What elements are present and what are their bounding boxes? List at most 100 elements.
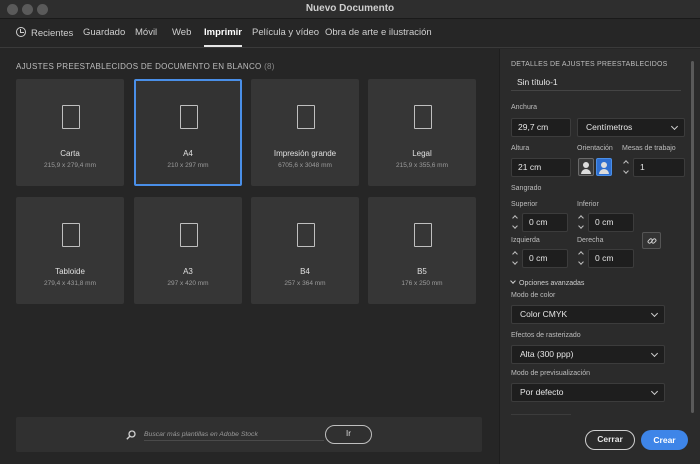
preset-name: B5 (417, 267, 427, 276)
preset-card-carta[interactable]: Carta 215,9 x 279,4 mm (16, 79, 124, 186)
stepper-down-icon (578, 259, 584, 265)
orientation-label: Orientación (577, 145, 613, 152)
tab-guardado[interactable]: Guardado (83, 27, 125, 38)
tab-recientes[interactable]: Recientes (16, 27, 73, 39)
preview-mode-label: Modo de previsualización (511, 370, 590, 377)
document-preset-icon (414, 223, 432, 247)
tab-imprimir[interactable]: Imprimir (204, 27, 243, 47)
landscape-orientation-button[interactable] (596, 158, 612, 176)
divider (511, 414, 571, 415)
bleed-top-field[interactable]: 0 cm (522, 213, 568, 232)
tab-movil[interactable]: Móvil (135, 27, 157, 38)
preset-name: Carta (60, 149, 80, 158)
width-label: Anchura (511, 104, 538, 111)
document-preset-icon (414, 105, 432, 129)
create-button[interactable]: Crear (641, 430, 688, 450)
tab-pelicula-y-video[interactable]: Película y vídeo (252, 27, 319, 38)
preset-card-legal[interactable]: Legal 215,9 x 355,6 mm (368, 79, 476, 186)
preset-size: 215,9 x 355,6 mm (395, 162, 449, 169)
preset-size: 176 x 250 mm (401, 280, 443, 287)
preset-card-tabloide[interactable]: Tabloide 279,4 x 431,8 mm (16, 197, 124, 304)
preset-card-a4[interactable]: A4 210 x 297 mm (134, 79, 242, 186)
tab-label: Recientes (31, 28, 74, 39)
document-preset-icon (62, 223, 80, 247)
chevron-down-icon (650, 349, 659, 358)
chevron-down-icon (670, 122, 679, 131)
bleed-left-label: Izquierda (511, 237, 540, 244)
presets-section-title: AJUSTES PREESTABLECIDOS DE DOCUMENTO EN … (16, 62, 275, 71)
color-mode-value: Color CMYK (520, 309, 568, 319)
stepper-up-icon (512, 215, 518, 221)
preset-size: 6705,6 x 3048 mm (278, 162, 332, 169)
document-preset-icon (180, 223, 198, 247)
stepper-up-icon (578, 251, 584, 257)
details-heading: DETALLES DE AJUSTES PREESTABLECIDOS (511, 61, 668, 68)
stock-search-bar: Ir (16, 417, 482, 452)
advanced-options-toggle[interactable]: Opciones avanzadas (510, 278, 585, 287)
cancel-button[interactable]: Cerrar (585, 430, 635, 450)
bleed-label: Sangrado (511, 185, 542, 192)
chevron-down-icon (650, 387, 659, 396)
new-document-dialog: Nuevo Documento Recientes Guardado Móvil… (0, 0, 700, 464)
width-field[interactable]: 29,7 cm (511, 118, 571, 137)
document-preset-icon (297, 105, 315, 129)
bleed-bottom-stepper[interactable] (577, 213, 587, 232)
presets-area: AJUSTES PREESTABLECIDOS DE DOCUMENTO EN … (0, 49, 498, 464)
person-icon (601, 162, 607, 168)
stepper-up-icon (512, 251, 518, 257)
preset-size: 215,9 x 279,4 mm (43, 162, 97, 169)
bleed-right-label: Derecha (577, 237, 604, 244)
tab-obra-de-arte[interactable]: Obra de arte e ilustración (325, 27, 432, 38)
preview-mode-select[interactable]: Por defecto (511, 383, 665, 402)
preset-card-impresion-grande[interactable]: Impresión grande 6705,6 x 3048 mm (251, 79, 359, 186)
search-go-button[interactable]: Ir (325, 425, 372, 444)
presets-title: AJUSTES PREESTABLECIDOS DE DOCUMENTO EN … (16, 62, 262, 71)
units-select[interactable]: Centímetros (577, 118, 685, 137)
stepper-down-icon (578, 223, 584, 229)
presets-count: (8) (264, 62, 275, 71)
preset-size: 210 x 297 mm (167, 162, 209, 169)
artboards-field[interactable]: 1 (633, 158, 685, 177)
height-field[interactable]: 21 cm (511, 158, 571, 177)
search-icon (126, 430, 136, 440)
preset-card-a3[interactable]: A3 297 x 420 mm (134, 197, 242, 304)
bleed-right-field[interactable]: 0 cm (588, 249, 634, 268)
document-name-field[interactable]: Sin título-1 (511, 74, 681, 91)
preset-name: Impresión grande (273, 149, 337, 158)
tab-web[interactable]: Web (172, 27, 191, 38)
link-bleed-button[interactable] (642, 232, 661, 249)
stepper-up-icon (578, 215, 584, 221)
stepper-down-icon (512, 223, 518, 229)
preset-card-b4[interactable]: B4 257 x 364 mm (251, 197, 359, 304)
bleed-top-label: Superior (511, 201, 538, 208)
preset-card-b5[interactable]: B5 176 x 250 mm (368, 197, 476, 304)
preset-size: 297 x 420 mm (167, 280, 209, 287)
bleed-left-field[interactable]: 0 cm (522, 249, 568, 268)
stepper-down-icon (512, 259, 518, 265)
document-preset-icon (62, 105, 80, 129)
stepper-up-icon (623, 160, 629, 166)
category-tabs: Recientes Guardado Móvil Web Imprimir Pe… (0, 19, 700, 48)
title-bar: Nuevo Documento (0, 0, 700, 19)
bleed-bottom-field[interactable]: 0 cm (588, 213, 634, 232)
artboards-stepper[interactable] (622, 158, 632, 177)
stock-search-input[interactable] (144, 428, 324, 441)
document-preset-icon (297, 223, 315, 247)
link-icon (647, 238, 657, 244)
bleed-left-stepper[interactable] (511, 249, 521, 268)
raster-effects-value: Alta (300 ppp) (520, 349, 574, 359)
preset-name: Tabloide (55, 267, 85, 276)
preview-mode-value: Por defecto (520, 387, 564, 397)
advanced-options-label: Opciones avanzadas (519, 280, 585, 287)
bleed-top-stepper[interactable] (511, 213, 521, 232)
portrait-orientation-button[interactable] (578, 158, 594, 176)
units-value: Centímetros (586, 122, 633, 132)
chevron-down-icon (650, 309, 659, 318)
raster-effects-select[interactable]: Alta (300 ppp) (511, 345, 665, 364)
raster-effects-label: Efectos de rasterizado (511, 332, 581, 339)
clock-icon (16, 27, 26, 37)
color-mode-select[interactable]: Color CMYK (511, 305, 665, 324)
details-scrollbar-thumb[interactable] (691, 61, 694, 413)
chevron-down-icon (510, 278, 516, 284)
bleed-right-stepper[interactable] (577, 249, 587, 268)
